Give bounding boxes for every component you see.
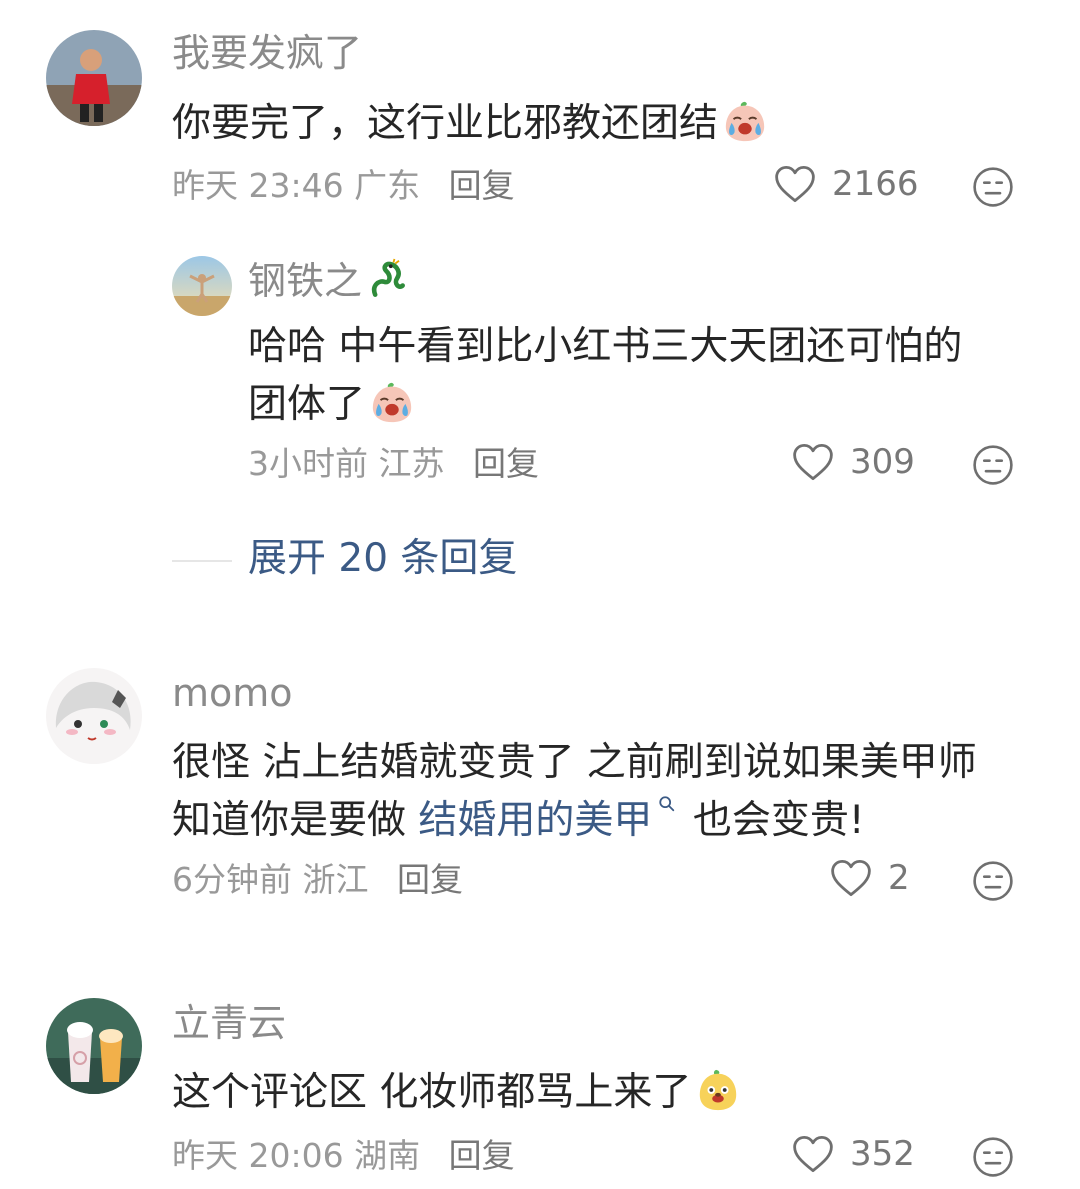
reply-button[interactable]: 回复 <box>449 166 515 205</box>
comment-meta: 昨天 23:46 广东 回复 <box>172 166 515 206</box>
dragon-emoji <box>366 258 410 302</box>
reply-text: 哈哈 中午看到比小红书三大天团还可怕的 团体了 <box>248 324 963 427</box>
location: 江苏 <box>378 444 445 483</box>
like-count: 2166 <box>832 164 919 204</box>
location: 湖南 <box>354 1136 421 1175</box>
timestamp: 昨天 23:46 <box>172 166 344 205</box>
dislike-face-icon[interactable] <box>972 166 1014 208</box>
like-button[interactable]: 352 <box>792 1134 915 1174</box>
heart-icon <box>792 1134 834 1174</box>
expand-replies-button[interactable]: 展开 20 条回复 <box>248 536 517 582</box>
like-count: 2 <box>888 858 910 898</box>
avatar[interactable] <box>46 998 142 1094</box>
reply-avatar[interactable] <box>172 256 232 316</box>
comment-meta: 6分钟前 浙江 回复 <box>172 860 463 900</box>
heart-icon <box>830 858 872 898</box>
reply-username[interactable]: 钢铁之 <box>248 258 410 304</box>
location: 浙江 <box>302 860 369 899</box>
reply-button[interactable]: 回复 <box>449 1136 515 1175</box>
dislike-face-icon[interactable] <box>972 860 1014 902</box>
crying-laughing-peach-emoji <box>722 98 768 144</box>
avatar[interactable] <box>46 30 142 126</box>
reply-button[interactable]: 回复 <box>397 860 463 899</box>
timestamp: 昨天 20:06 <box>172 1136 344 1175</box>
username[interactable]: 我要发疯了 <box>172 30 362 76</box>
divider <box>172 560 232 562</box>
comment-text: 很怪 沾上结婚就变贵了 之前刷到说如果美甲师 知道你是要做 结婚用的美甲 也会变… <box>172 740 977 843</box>
dislike-face-icon[interactable] <box>972 1136 1014 1178</box>
heart-icon <box>792 442 834 482</box>
username[interactable]: 立青云 <box>172 1000 286 1046</box>
location: 广东 <box>354 166 421 205</box>
reply-button[interactable]: 回复 <box>473 444 539 483</box>
timestamp: 6分钟前 <box>172 860 292 899</box>
username[interactable]: momo <box>172 670 293 716</box>
comment-text: 这个评论区 化妆师都骂上来了 <box>172 1064 1032 1122</box>
reply-meta: 3小时前 江苏 回复 <box>248 444 539 484</box>
timestamp: 3小时前 <box>248 444 368 483</box>
yellow-peach-dog-emoji <box>695 1067 741 1113</box>
crying-laughing-peach-emoji <box>369 379 415 425</box>
like-button[interactable]: 309 <box>792 442 915 482</box>
comment-meta: 昨天 20:06 湖南 回复 <box>172 1136 515 1176</box>
dislike-face-icon[interactable] <box>972 444 1014 486</box>
like-button[interactable]: 2166 <box>774 164 919 204</box>
like-count: 352 <box>850 1134 915 1174</box>
search-icon <box>658 795 676 813</box>
like-button[interactable]: 2 <box>830 858 910 898</box>
search-link[interactable]: 结婚用的美甲 <box>418 798 652 843</box>
comment-text: 你要完了，这行业比邪教还团结 <box>172 95 1032 153</box>
avatar[interactable] <box>46 668 142 764</box>
heart-icon <box>774 164 816 204</box>
like-count: 309 <box>850 442 915 482</box>
